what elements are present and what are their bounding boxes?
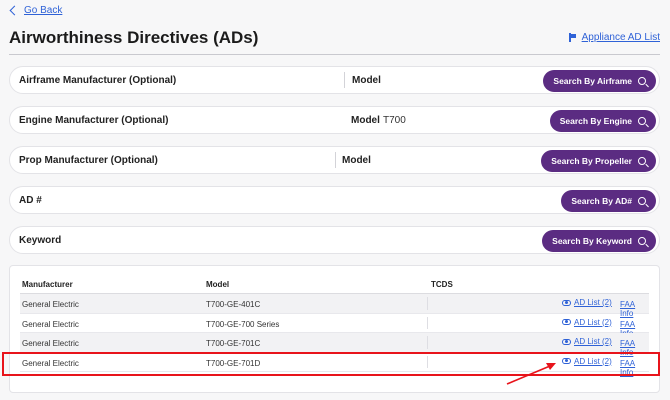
search-by-keyword-label: Search By Keyword xyxy=(552,236,632,246)
engine-search-bar: Engine Manufacturer (Optional) Model T70… xyxy=(9,106,660,134)
search-by-propeller-button[interactable]: Search By Propeller xyxy=(541,150,656,172)
cell-manufacturer: General Electric xyxy=(22,300,79,309)
engine-model-label: Model xyxy=(351,115,380,126)
prop-search-bar: Prop Manufacturer (Optional) Model Searc… xyxy=(9,146,660,174)
search-icon xyxy=(638,77,646,85)
ad-list-label: AD List (2) xyxy=(574,337,612,346)
column-header-model: Model xyxy=(206,280,230,289)
cell-divider xyxy=(427,297,428,310)
page-title: Airworthiness Directives (ADs) xyxy=(9,28,259,47)
ad-list-label: AD List (2) xyxy=(574,317,612,327)
engine-manufacturer-input[interactable]: Engine Manufacturer (Optional) xyxy=(10,115,168,126)
cell-divider xyxy=(427,316,428,329)
eye-icon xyxy=(562,299,571,306)
ad-list-link[interactable]: AD List (2) xyxy=(562,298,612,307)
column-header-tcds: TCDS xyxy=(431,280,453,289)
search-icon xyxy=(638,197,646,205)
table-row: General Electric T700-GE-701D AD List (2… xyxy=(20,353,649,377)
search-by-keyword-button[interactable]: Search By Keyword xyxy=(542,230,656,252)
appliance-ad-list-link[interactable]: Appliance AD List xyxy=(568,32,660,43)
table-row: General Electric T700-GE-701C AD List (2… xyxy=(20,333,649,357)
cell-manufacturer: General Electric xyxy=(22,358,79,368)
airframe-model-label: Model xyxy=(352,75,381,86)
field-separator xyxy=(344,72,345,88)
eye-icon xyxy=(562,338,571,345)
search-icon xyxy=(638,157,646,165)
cell-model: T700-GE-701C xyxy=(206,339,261,348)
table-row: General Electric T700-GE-700 Series AD L… xyxy=(20,314,649,338)
eye-icon xyxy=(562,358,571,364)
ad-list-link[interactable]: AD List (2) xyxy=(562,318,612,327)
table-header: Manufacturer Model TCDS xyxy=(20,276,649,294)
field-separator xyxy=(335,152,336,168)
keyword-input[interactable]: Keyword xyxy=(10,235,61,246)
search-icon xyxy=(638,237,646,245)
cell-model: T700-GE-700 Series xyxy=(206,319,280,329)
ad-number-search-bar: AD # Search By AD# xyxy=(9,186,660,214)
ad-list-label: AD List (2) xyxy=(574,356,612,366)
search-by-engine-label: Search By Engine xyxy=(559,116,632,126)
flag-icon xyxy=(568,33,577,42)
cell-divider xyxy=(427,355,428,368)
prop-model-label: Model xyxy=(342,155,371,166)
chevron-left-icon xyxy=(9,5,20,16)
search-by-ad-button[interactable]: Search By AD# xyxy=(561,190,656,212)
results-table: Manufacturer Model TCDS General Electric… xyxy=(9,265,660,393)
prop-manufacturer-input[interactable]: Prop Manufacturer (Optional) xyxy=(10,155,158,166)
title-divider xyxy=(9,54,660,55)
search-by-ad-label: Search By AD# xyxy=(571,196,632,206)
eye-icon xyxy=(562,319,571,325)
cell-divider xyxy=(427,336,428,349)
ad-number-input[interactable]: AD # xyxy=(10,195,42,206)
ad-list-label: AD List (2) xyxy=(574,298,612,307)
airframe-search-bar: Airframe Manufacturer (Optional) Model S… xyxy=(9,66,660,94)
keyword-search-bar: Keyword Search By Keyword xyxy=(9,226,660,254)
column-header-manufacturer: Manufacturer xyxy=(22,280,73,289)
cell-manufacturer: General Electric xyxy=(22,339,79,348)
go-back-link[interactable]: Go Back xyxy=(8,5,62,16)
engine-model-input[interactable]: T700 xyxy=(383,115,406,126)
cell-model: T700-GE-701D xyxy=(206,358,261,368)
appliance-ad-list-label: Appliance AD List xyxy=(581,32,660,43)
cell-model: T700-GE-401C xyxy=(206,300,261,309)
table-row: General Electric T700-GE-401C AD List (2… xyxy=(20,294,649,318)
search-by-airframe-button[interactable]: Search By Airframe xyxy=(543,70,656,92)
go-back-label: Go Back xyxy=(24,5,63,16)
search-by-propeller-label: Search By Propeller xyxy=(551,156,632,166)
search-by-airframe-label: Search By Airframe xyxy=(553,76,632,86)
ad-list-link[interactable]: AD List (2) xyxy=(562,357,612,366)
airframe-manufacturer-input[interactable]: Airframe Manufacturer (Optional) xyxy=(10,75,176,86)
faa-info-link[interactable]: FAA Info xyxy=(620,359,649,377)
cell-manufacturer: General Electric xyxy=(22,319,79,329)
search-by-engine-button[interactable]: Search By Engine xyxy=(549,110,656,132)
ad-list-link[interactable]: AD List (2) xyxy=(562,337,612,346)
search-icon xyxy=(638,117,646,125)
